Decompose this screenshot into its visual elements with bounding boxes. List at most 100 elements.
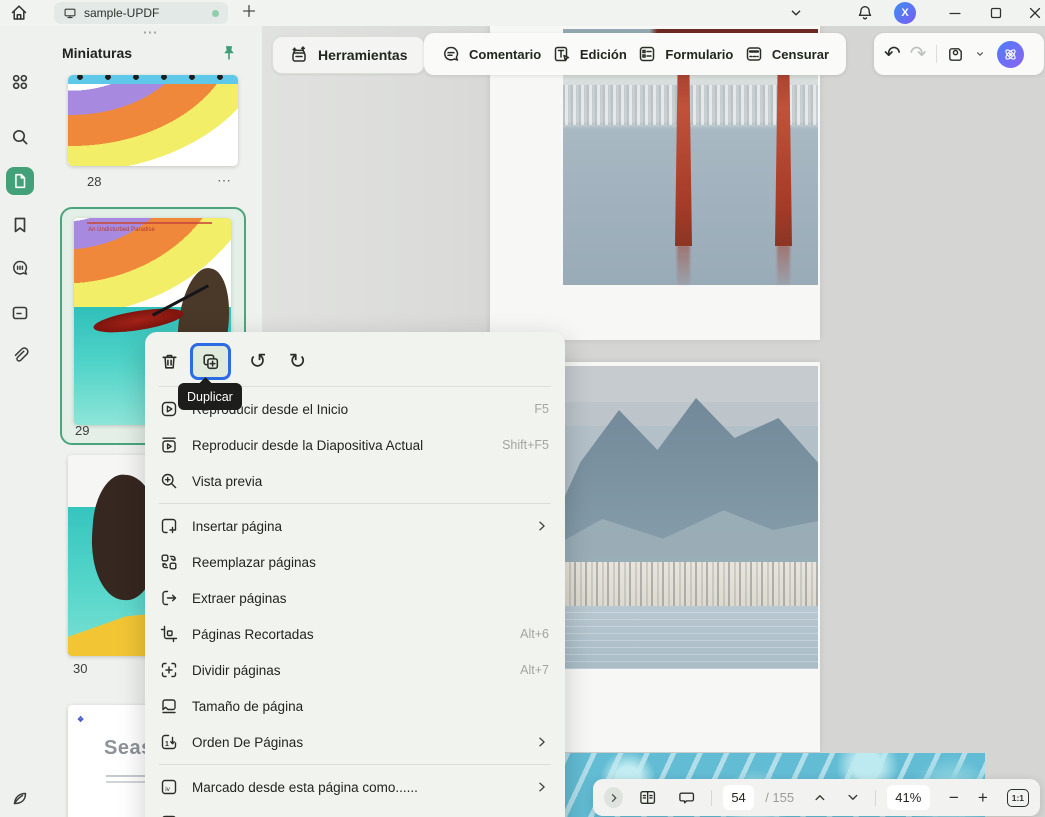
page-28-art <box>68 75 238 166</box>
page-number: 30 <box>73 661 88 676</box>
panel-drag-handle[interactable]: ⋯ <box>40 25 262 40</box>
presenter-mode-icon[interactable] <box>677 787 696 808</box>
thumbnail-more-button[interactable]: ⋯ <box>217 172 232 189</box>
avatar-initial: X <box>901 7 909 19</box>
page-number: 29 <box>75 423 90 438</box>
submenu-chevron-icon <box>539 782 545 792</box>
page-layout-icon[interactable] <box>638 787 657 808</box>
page-31-logo: ❖ <box>77 715 85 724</box>
menu-item-play-from-current[interactable]: Reproducir desde la Diapositiva Actual S… <box>145 427 565 463</box>
save-options-chevron-icon[interactable] <box>974 48 986 60</box>
svg-text:iv: iv <box>165 786 170 793</box>
user-avatar[interactable]: X <box>894 2 916 24</box>
actual-size-button[interactable]: 1:1 <box>1006 788 1029 807</box>
next-page-chevron-icon[interactable] <box>846 790 860 805</box>
menu-item-page-size[interactable]: Tamaño de página <box>145 688 565 724</box>
pin-icon[interactable] <box>220 44 238 62</box>
divider <box>874 789 876 806</box>
page-context-menu: ↺ ↻ Duplicar Reproducir desde el Inicio … <box>145 332 565 817</box>
rotate-right-button[interactable]: ↻ <box>289 351 307 372</box>
tools-label: Herramientas <box>318 47 408 63</box>
document-tab[interactable]: sample-UPDF <box>54 2 228 24</box>
extract-pages-icon <box>162 590 177 606</box>
sidebar-item-thumbnails-active[interactable] <box>6 167 34 195</box>
tab-label: Comentario <box>469 46 542 62</box>
chevron-right-icon <box>611 793 617 802</box>
zoom-in-button[interactable]: + <box>978 789 988 806</box>
menu-item-extract-pages[interactable]: Extraer páginas <box>145 580 565 616</box>
menu-item-label: Insertar página <box>192 518 283 534</box>
menu-item-split-pages[interactable]: Dividir páginas Alt+7 <box>145 652 565 688</box>
bookmarks-icon[interactable] <box>10 215 30 235</box>
rotate-left-button[interactable]: ↺ <box>249 351 267 372</box>
home-button[interactable] <box>9 3 29 23</box>
page-number-input[interactable]: 54 <box>722 785 755 810</box>
submenu-chevron-icon <box>539 737 545 747</box>
menu-item-label: Páginas Recortadas <box>192 626 314 642</box>
menu-item-cropped-pages[interactable]: Páginas Recortadas Alt+6 <box>145 616 565 652</box>
svg-text:1: 1 <box>165 741 169 748</box>
menu-item-label: Dividir páginas <box>192 662 281 678</box>
menu-divider <box>159 764 551 765</box>
menu-item-page-labels[interactable]: a Etiquetas de página <box>145 805 565 817</box>
title-bar: sample-UPDF X <box>0 0 1045 26</box>
menu-shortcut: Alt+6 <box>520 627 549 641</box>
ai-assistant-button[interactable] <box>996 40 1024 68</box>
menu-item-insert-page[interactable]: Insertar página <box>145 508 565 544</box>
menu-item-label: Reproducir desde la Diapositiva Actual <box>192 437 424 453</box>
zoom-out-button[interactable]: − <box>949 789 959 806</box>
tools-button[interactable]: Herramientas <box>272 36 425 74</box>
menu-item-preview[interactable]: Vista previa <box>145 463 565 499</box>
replace-pages-icon <box>161 554 177 570</box>
tab-label: Censurar <box>771 46 829 62</box>
minimize-button[interactable] <box>946 4 964 22</box>
collapse-bar-button[interactable] <box>604 787 624 808</box>
pages-icon[interactable] <box>10 303 30 323</box>
menu-item-label: Tamaño de página <box>192 698 304 714</box>
tab-edit[interactable]: Edición <box>552 44 627 64</box>
redo-button[interactable]: ↷ <box>910 44 927 64</box>
previous-page-chevron-icon[interactable] <box>813 790 827 805</box>
toolbox-icon <box>292 46 306 62</box>
duplicate-page-button[interactable] <box>190 342 231 380</box>
apps-grid-icon[interactable] <box>10 72 30 92</box>
attachments-paperclip-icon[interactable] <box>10 346 30 366</box>
panel-title: Miniaturas <box>62 45 133 61</box>
form-icon <box>640 46 655 62</box>
menu-item-label: Vista previa <box>192 473 263 489</box>
tab-redact[interactable]: Censurar <box>744 44 829 64</box>
zoom-level-input[interactable]: 41% <box>886 785 930 810</box>
quick-actions-group: ↶ ↷ <box>874 33 1044 75</box>
menu-item-mark-from-page[interactable]: iv Marcado desde esta página como...... <box>145 769 565 805</box>
menu-item-label: Reemplazar páginas <box>192 554 316 570</box>
undo-button[interactable]: ↶ <box>884 44 901 64</box>
menu-item-replace-pages[interactable]: Reemplazar páginas <box>145 544 565 580</box>
pillar-reflection <box>777 245 790 285</box>
updf-window: sample-UPDF X ⋯ Miniaturas 28 ⋯ An Undis… <box>0 0 1045 817</box>
page-number: 28 <box>87 174 102 189</box>
menu-item-page-order[interactable]: 1 Orden De Páginas <box>145 724 565 760</box>
menu-shortcut: Alt+7 <box>520 663 549 677</box>
tab-comment[interactable]: Comentario <box>441 44 541 64</box>
submenu-chevron-icon <box>539 521 545 531</box>
tab-form[interactable]: Formulario <box>637 44 733 64</box>
save-icon[interactable] <box>946 45 965 64</box>
page-order-icon: 1 <box>161 734 177 750</box>
divider <box>710 789 712 806</box>
page-flip-icon[interactable] <box>10 788 30 808</box>
close-button[interactable] <box>1026 4 1044 22</box>
sidebar-rail <box>0 26 40 817</box>
titlebar-chevron-down-icon[interactable] <box>787 4 805 22</box>
notifications-bell-icon[interactable] <box>856 4 874 22</box>
thumbnail-page-28[interactable] <box>68 75 238 166</box>
redact-icon <box>746 47 762 61</box>
page-size-icon <box>162 699 176 714</box>
menu-item-label: Orden De Páginas <box>192 734 304 750</box>
new-tab-button[interactable] <box>240 2 258 22</box>
comments-icon[interactable] <box>10 258 30 278</box>
view-status-bar: 54 / 155 41% − + 1:1 <box>593 779 1040 816</box>
delete-page-button[interactable] <box>159 351 180 372</box>
menu-item-label: Extraer páginas <box>192 590 287 606</box>
search-icon[interactable] <box>10 127 30 147</box>
maximize-button[interactable] <box>987 4 1005 22</box>
